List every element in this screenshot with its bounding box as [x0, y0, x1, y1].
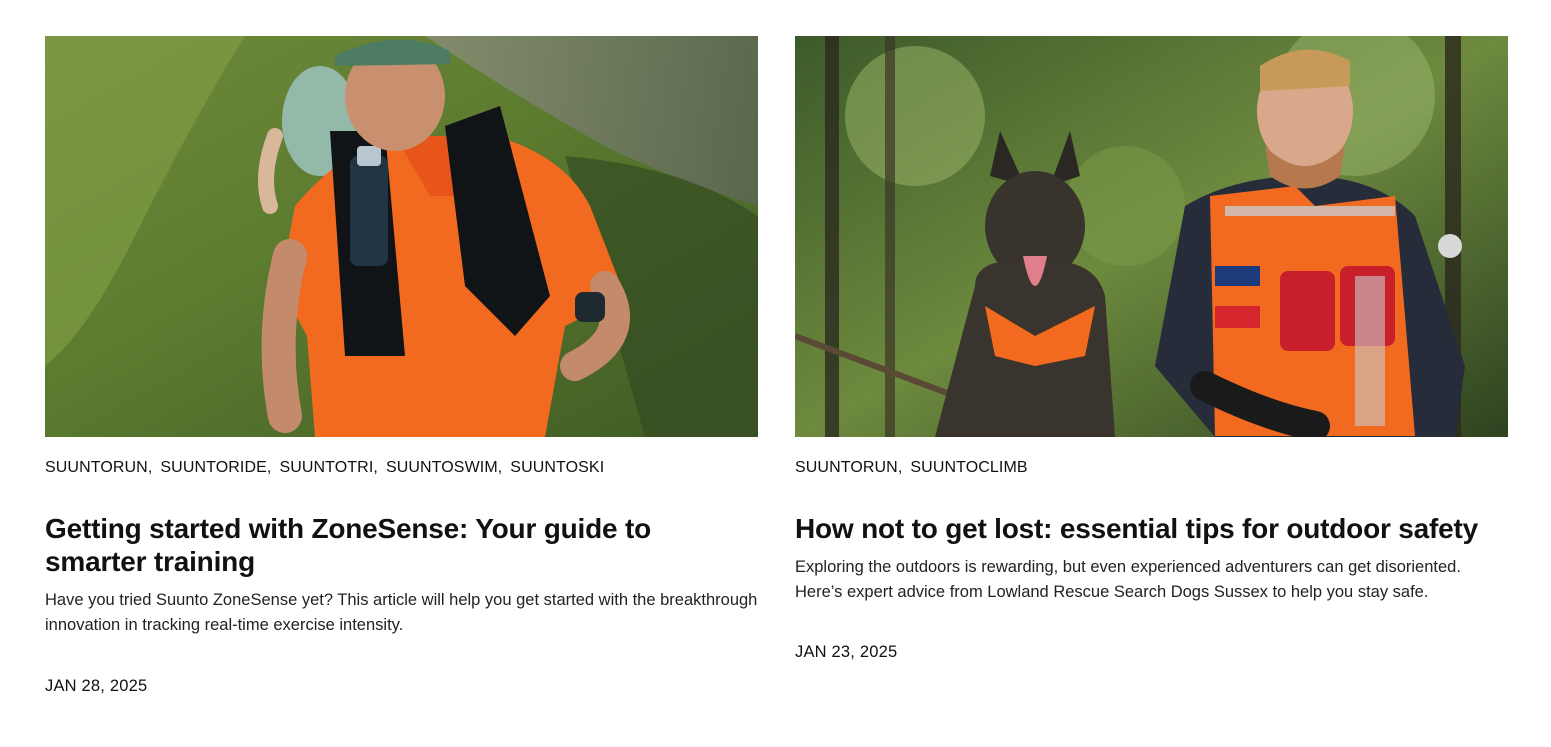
tag-separator: ,: [897, 459, 903, 476]
tag-separator: ,: [373, 459, 378, 476]
tag-link[interactable]: SUUNTORIDE: [160, 459, 267, 476]
tag-link[interactable]: SUUNTORUN: [45, 459, 148, 476]
article-image-link[interactable]: [45, 36, 758, 437]
trail-runner-photo: [45, 36, 758, 437]
tag-link[interactable]: SUUNTOSKI: [510, 459, 604, 476]
article-excerpt: Have you tried Suunto ZoneSense yet? Thi…: [45, 591, 758, 634]
article-date: JAN 23, 2025: [795, 643, 898, 661]
tag-list: SUUNTORUN, SUUNTORIDE, SUUNTOTRI, SUUNTOSWI…: [45, 458, 758, 478]
tag-separator: ,: [266, 459, 272, 476]
rescue-dog-photo: [795, 36, 1508, 437]
tag-list: SUUNTORUN, SUUNTOCLIMB: [795, 458, 1508, 478]
tag-link[interactable]: SUUNTOSWIM: [386, 459, 498, 476]
tag-link[interactable]: SUUNTOCLIMB: [910, 459, 1027, 476]
tag-link[interactable]: SUUNTOTRI: [279, 459, 373, 476]
article-title[interactable]: How not to get lost: essential tips for …: [795, 512, 1508, 545]
tag-separator: ,: [147, 459, 153, 476]
article-title[interactable]: Getting started with ZoneSense: Your gui…: [45, 512, 758, 578]
article-date: JAN 28, 2025: [45, 677, 148, 695]
tag-link[interactable]: SUUNTORUN: [795, 459, 898, 476]
article-image-link[interactable]: [795, 36, 1508, 437]
article-card: SUUNTORUN, SUUNTORIDE, SUUNTOTRI, SUUNTOSWI…: [45, 36, 758, 696]
article-excerpt: Exploring the outdoors is rewarding, but…: [795, 558, 1461, 601]
tag-separator: ,: [497, 459, 503, 476]
article-card: SUUNTORUN, SUUNTOCLIMB How not to get los…: [795, 36, 1508, 662]
